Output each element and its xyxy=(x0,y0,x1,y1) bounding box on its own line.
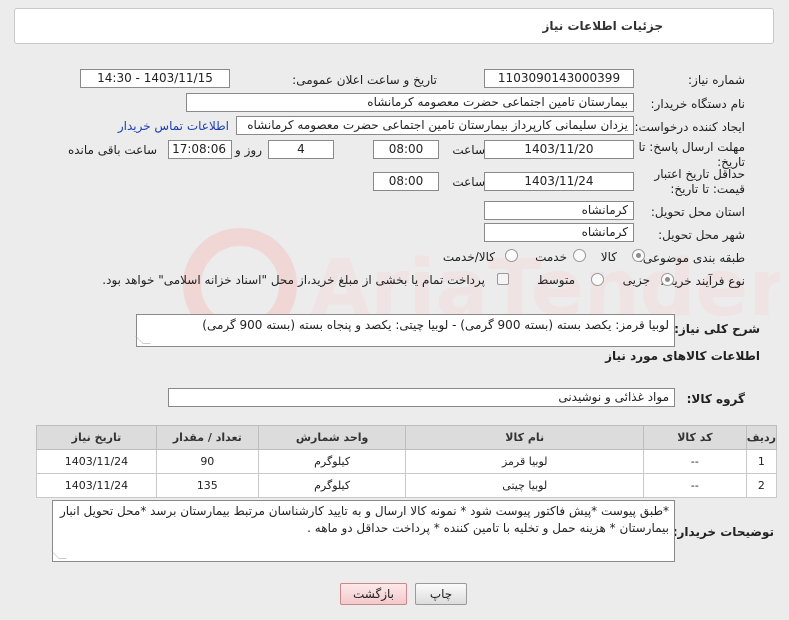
resize-grip-icon[interactable] xyxy=(51,551,67,559)
table-row: 2 -- لوبیا چیتی کیلوگرم 135 1403/11/24 xyxy=(36,473,778,498)
validity-date-field: 1403/11/24 xyxy=(484,172,634,191)
col-header-row-number: ردیف xyxy=(745,425,778,450)
page-title: جزئیات اطلاعات نیاز xyxy=(542,19,663,33)
buyer-notes-label: توضیحات خریدار: xyxy=(672,525,774,539)
description-label: شرح کلی نیاز: xyxy=(674,322,760,336)
cell-quantity: 90 xyxy=(155,449,259,474)
min-validity-label: حداقل تاریخ اعتبار قیمت: تا تاریخ: xyxy=(654,167,745,196)
cell-name: لوبیا چیتی xyxy=(405,473,644,498)
goods-info-title: اطلاعات کالاهای مورد نیاز xyxy=(605,349,760,363)
table-row: 1 -- لوبیا قرمز کیلوگرم 90 1403/11/24 xyxy=(36,449,778,474)
cell-name: لوبیا قرمز xyxy=(405,449,644,474)
province-field: کرمانشاه xyxy=(484,201,634,220)
col-header-name: نام کالا xyxy=(405,425,644,450)
treasury-checkbox[interactable] xyxy=(497,273,509,285)
buyer-notes-text: *طبق پیوست *پیش فاکتور پیوست شود * نمونه… xyxy=(59,504,669,535)
goods-group-label: گروه کالا: xyxy=(686,392,745,406)
city-label: شهر محل تحویل: xyxy=(658,228,745,242)
validity-time-field: 08:00 xyxy=(373,172,439,191)
table-header-row: ردیف کد کالا نام کالا واحد شمارش تعداد /… xyxy=(36,425,778,450)
remaining-time-label: ساعت باقی مانده xyxy=(67,143,157,157)
col-header-quantity: تعداد / مقدار xyxy=(155,425,259,450)
buyer-org-label: نام دستگاه خریدار: xyxy=(650,97,746,111)
need-number-label: شماره نیاز: xyxy=(688,73,745,87)
cell-unit: کیلوگرم xyxy=(257,473,407,498)
category-label: طبقه بندی موضوعی: xyxy=(638,251,745,265)
description-text: لوبیا قرمز: یکصد بسته (بسته 900 گرمی) - … xyxy=(202,318,669,332)
cell-code: -- xyxy=(642,473,747,498)
header-panel: جزئیات اطلاعات نیاز xyxy=(14,8,774,44)
requester-field: یزدان سلیمانی کارپرداز بیمارستان تامین ا… xyxy=(236,116,634,135)
purchase-medium-radio[interactable] xyxy=(591,273,604,286)
need-number-field: 1103090143000399 xyxy=(484,69,634,88)
purchase-minor-label: جزیی xyxy=(622,273,650,287)
category-service-label: خدمت xyxy=(535,250,567,264)
goods-group-field: مواد غذائی و نوشیدنی xyxy=(168,388,675,407)
deadline-time-field: 08:00 xyxy=(373,140,439,159)
items-table: ردیف کد کالا نام کالا واحد شمارش تعداد /… xyxy=(36,425,778,498)
cell-code: -- xyxy=(642,449,747,474)
deadline-label: مهلت ارسال پاسخ: تا تاریخ: xyxy=(638,140,745,169)
category-service-radio[interactable] xyxy=(573,249,586,262)
remaining-time-field: 17:08:06 xyxy=(168,140,232,159)
buyer-org-field: بیمارستان تامین اجتماعی حضرت معصومه کرما… xyxy=(186,93,634,112)
province-label: استان محل تحویل: xyxy=(650,205,745,219)
cell-quantity: 135 xyxy=(155,473,259,498)
deadline-time-label: ساعت xyxy=(452,143,485,157)
purchase-medium-label: متوسط xyxy=(537,273,575,287)
cell-unit: کیلوگرم xyxy=(257,449,407,474)
category-goods-radio[interactable] xyxy=(632,249,645,262)
category-goods-label: کالا xyxy=(600,250,617,264)
category-goods-service-label: کالا/خدمت xyxy=(442,250,495,264)
back-button[interactable]: بازگشت xyxy=(340,583,407,605)
cell-need-date: 1403/11/24 xyxy=(36,473,157,498)
col-header-unit: واحد شمارش xyxy=(257,425,407,450)
days-field: 4 xyxy=(268,140,334,159)
category-goods-service-radio[interactable] xyxy=(505,249,518,262)
announce-datetime-label: تاریخ و ساعت اعلان عمومی: xyxy=(292,73,437,87)
resize-grip-icon[interactable] xyxy=(135,336,151,344)
description-field: لوبیا قرمز: یکصد بسته (بسته 900 گرمی) - … xyxy=(135,314,675,347)
print-button[interactable]: چاپ xyxy=(415,583,467,605)
deadline-date-field: 1403/11/20 xyxy=(484,140,634,159)
days-label: روز و xyxy=(235,143,262,157)
buyer-notes-field: *طبق پیوست *پیش فاکتور پیوست شود * نمونه… xyxy=(51,500,675,562)
col-header-need-date: تاریخ نیاز xyxy=(36,425,157,450)
col-header-code: کد کالا xyxy=(642,425,747,450)
cell-need-date: 1403/11/24 xyxy=(36,449,157,474)
buyer-contact-link[interactable]: اطلاعات تماس خریدار xyxy=(118,119,229,133)
purchase-minor-radio[interactable] xyxy=(661,273,674,286)
validity-time-label: ساعت xyxy=(452,175,485,189)
treasury-note: پرداخت تمام یا بخشی از مبلغ خرید،از محل … xyxy=(102,273,485,287)
cell-row-number: 1 xyxy=(745,449,778,474)
city-field: کرمانشاه xyxy=(484,223,634,242)
announce-datetime-field: 1403/11/15 - 14:30 xyxy=(80,69,230,88)
requester-label: ایجاد کننده درخواست: xyxy=(634,120,745,134)
cell-row-number: 2 xyxy=(745,473,778,498)
